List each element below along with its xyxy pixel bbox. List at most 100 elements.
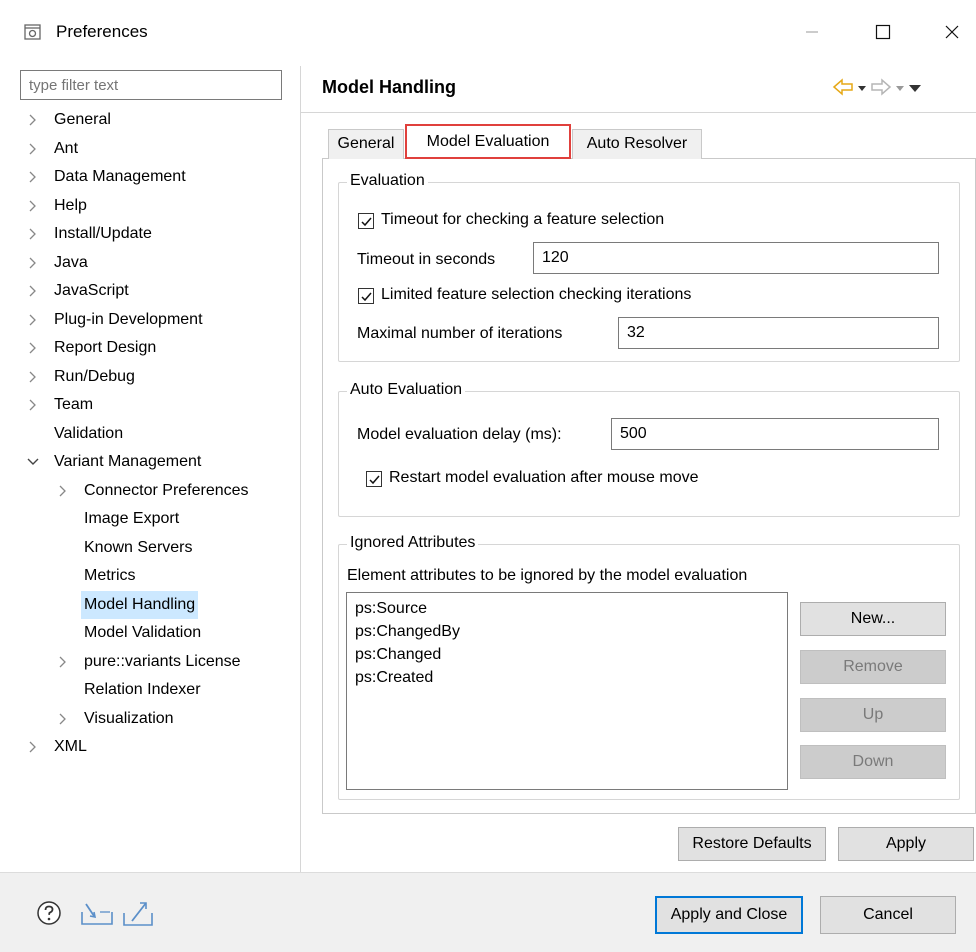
chevron-right-icon[interactable] (26, 363, 40, 391)
chevron-right-icon[interactable] (26, 249, 40, 277)
chevron-right-icon[interactable] (26, 733, 40, 761)
help-icon[interactable] (36, 900, 62, 931)
tree-item-image-export[interactable]: Image Export (0, 505, 300, 533)
tab-auto-resolver[interactable]: Auto Resolver (572, 129, 702, 159)
filter-input[interactable] (20, 70, 282, 100)
tree-item-xml[interactable]: XML (0, 733, 300, 761)
tab-general[interactable]: General (328, 129, 404, 159)
tree-item-visualization[interactable]: Visualization (0, 705, 300, 733)
tree-item-connector-preferences[interactable]: Connector Preferences (0, 477, 300, 505)
tree-item-known-servers[interactable]: Known Servers (0, 534, 300, 562)
up-button[interactable]: Up (800, 698, 946, 732)
list-item[interactable]: ps:Created (355, 666, 433, 690)
tree-item-team[interactable]: Team (0, 391, 300, 419)
window-title: Preferences (56, 22, 148, 41)
forward-arrow-icon (870, 77, 892, 101)
chevron-right-icon[interactable] (26, 334, 40, 362)
limited-iterations-checkbox[interactable] (358, 288, 374, 304)
tree-item-label: Variant Management (54, 453, 202, 470)
tree-item-label: Image Export (84, 510, 180, 527)
chevron-right-icon[interactable] (56, 705, 70, 733)
tree-item-label: Java (54, 253, 88, 271)
apply-and-close-button[interactable]: Apply and Close (655, 896, 803, 934)
tree-item-label: Connector Preferences (84, 481, 249, 499)
evaluation-legend: Evaluation (347, 172, 428, 190)
tree-item-plug-in-development[interactable]: Plug-in Development (0, 306, 300, 334)
forward-dropdown-icon (894, 80, 906, 98)
timeout-checkbox[interactable] (358, 213, 374, 229)
chevron-right-icon[interactable] (26, 277, 40, 305)
restore-defaults-button[interactable]: Restore Defaults (678, 827, 826, 861)
tab-model-evaluation[interactable]: Model Evaluation (405, 124, 571, 159)
tree-item-ant[interactable]: Ant (0, 135, 300, 163)
chevron-right-icon[interactable] (26, 192, 40, 220)
list-item[interactable]: ps:ChangedBy (355, 620, 460, 644)
chevron-right-icon[interactable] (56, 648, 70, 676)
timeout-checkbox-label: Timeout for checking a feature selection (381, 211, 665, 228)
tree-item-report-design[interactable]: Report Design (0, 334, 300, 362)
delay-label: Model evaluation delay (ms): (357, 426, 562, 443)
back-arrow-icon[interactable] (832, 77, 854, 101)
cancel-button[interactable]: Cancel (820, 896, 956, 934)
close-button[interactable] (930, 14, 974, 54)
timeout-seconds-input[interactable]: 120 (533, 242, 939, 274)
chevron-right-icon[interactable] (26, 135, 40, 163)
max-iterations-input[interactable]: 32 (618, 317, 939, 349)
restart-evaluation-checkbox[interactable] (366, 471, 382, 487)
minimize-icon (805, 25, 819, 44)
list-item[interactable]: ps:Changed (355, 643, 441, 667)
maximize-button[interactable] (861, 14, 905, 54)
export-icon[interactable] (122, 899, 156, 932)
tree-item-label: Team (54, 396, 94, 413)
delay-input[interactable]: 500 (611, 418, 939, 450)
tree-item-label: General (54, 111, 111, 128)
tree-item-variant-management[interactable]: Variant Management (0, 448, 300, 476)
chevron-right-icon[interactable] (26, 163, 40, 191)
restart-evaluation-label: Restart model evaluation after mouse mov… (389, 469, 699, 486)
tree-item-label: JavaScript (54, 282, 129, 299)
tab-model-evaluation-label: Model Evaluation (426, 133, 550, 150)
remove-button[interactable]: Remove (800, 650, 946, 684)
auto-evaluation-legend: Auto Evaluation (347, 381, 466, 399)
down-button[interactable]: Down (800, 745, 946, 779)
header-divider (301, 112, 976, 113)
chevron-right-icon[interactable] (26, 106, 40, 134)
back-dropdown-icon[interactable] (856, 80, 868, 98)
chevron-right-icon[interactable] (26, 391, 40, 419)
minimize-button[interactable] (790, 14, 834, 54)
tree-item-java[interactable]: Java (0, 249, 300, 277)
tree-item-install-update[interactable]: Install/Update (0, 220, 300, 248)
tree-item-general[interactable]: General (0, 106, 300, 134)
tree-item-label: Report Design (54, 339, 157, 356)
ignored-attributes-legend: Ignored Attributes (347, 534, 479, 552)
chevron-right-icon[interactable] (26, 306, 40, 334)
tree-item-label: Known Servers (84, 538, 193, 556)
chevron-right-icon[interactable] (56, 477, 70, 505)
list-item[interactable]: ps:Source (355, 597, 427, 621)
panel-divider[interactable] (300, 66, 301, 872)
tree-item-pure-variants-license[interactable]: pure::variants License (0, 648, 300, 676)
new-button[interactable]: New... (800, 602, 946, 636)
tree-item-relation-indexer[interactable]: Relation Indexer (0, 676, 300, 704)
tree-item-label: XML (54, 738, 87, 755)
import-icon[interactable] (80, 900, 114, 931)
max-iterations-label: Maximal number of iterations (357, 325, 563, 342)
maximize-icon (875, 24, 891, 45)
tree-item-metrics[interactable]: Metrics (0, 562, 300, 590)
tab-general-label: General (337, 135, 395, 152)
tree-item-run-debug[interactable]: Run/Debug (0, 363, 300, 391)
tree-item-model-validation[interactable]: Model Validation (0, 619, 300, 647)
preferences-window-icon (23, 22, 43, 42)
view-menu-icon[interactable] (908, 80, 922, 98)
chevron-right-icon[interactable] (26, 220, 40, 248)
tree-item-javascript[interactable]: JavaScript (0, 277, 300, 305)
tree-item-validation[interactable]: Validation (0, 420, 300, 448)
apply-button[interactable]: Apply (838, 827, 974, 861)
tree-item-help[interactable]: Help (0, 192, 300, 220)
chevron-down-icon[interactable] (26, 448, 40, 476)
ignored-attributes-list[interactable]: ps:Source ps:ChangedBy ps:Changed ps:Cre… (346, 592, 788, 790)
tree-item-label: Visualization (84, 709, 174, 727)
tree-item-model-handling[interactable]: Model Handling (0, 590, 300, 619)
tree-item-label: Model Handling (81, 590, 199, 619)
tree-item-data-management[interactable]: Data Management (0, 163, 300, 191)
